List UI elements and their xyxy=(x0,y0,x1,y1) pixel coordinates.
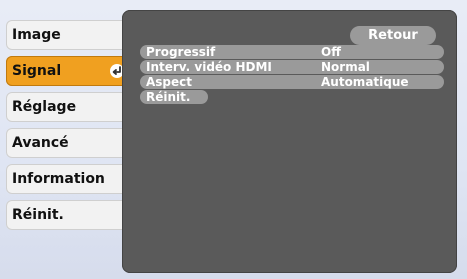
setting-row-interv-video-hdmi[interactable]: Interv. vidéo HDMI Normal xyxy=(140,60,444,74)
setting-row-aspect[interactable]: Aspect Automatique xyxy=(140,75,444,89)
back-button[interactable]: Retour xyxy=(350,26,436,45)
menu-item-information[interactable]: Information xyxy=(6,164,130,194)
setting-label: Interv. vidéo HDMI xyxy=(146,60,272,74)
setting-label: Réinit. xyxy=(146,90,191,104)
projector-menu: Image Signal Réglage Avancé Information … xyxy=(0,0,467,279)
setting-row-reinit[interactable]: Réinit. xyxy=(140,90,208,104)
menu-item-reglage[interactable]: Réglage xyxy=(6,92,130,122)
menu-item-label: Réinit. xyxy=(12,207,64,223)
setting-value: Off xyxy=(321,45,341,59)
setting-label: Progressif xyxy=(146,45,216,59)
menu-item-label: Image xyxy=(12,27,61,43)
menu-item-image[interactable]: Image xyxy=(6,20,130,50)
menu-item-label: Réglage xyxy=(12,99,77,115)
setting-label: Aspect xyxy=(146,75,193,89)
settings-panel: Retour Progressif Off Interv. vidéo HDMI… xyxy=(122,10,457,273)
menu-item-avance[interactable]: Avancé xyxy=(6,128,130,158)
menu-item-label: Avancé xyxy=(12,135,69,151)
setting-value: Normal xyxy=(321,60,370,74)
setting-row-progressif[interactable]: Progressif Off xyxy=(140,45,444,59)
menu-item-signal[interactable]: Signal xyxy=(6,56,130,86)
menu-item-label: Signal xyxy=(12,63,62,79)
setting-value: Automatique xyxy=(321,75,409,89)
menu-item-reinit[interactable]: Réinit. xyxy=(6,200,130,230)
menu-item-label: Information xyxy=(12,171,105,187)
